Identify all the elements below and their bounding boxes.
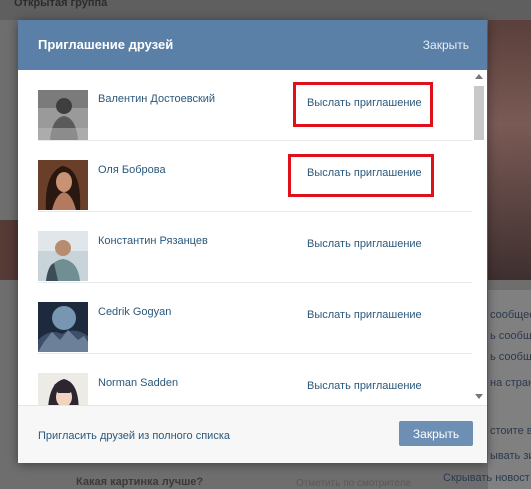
- friends-list: Валентин Достоевский Выслать приглашение…: [18, 70, 487, 405]
- close-button[interactable]: Закрыть: [399, 421, 473, 446]
- background-menu-item: Скрывать новост: [443, 472, 530, 484]
- friend-name[interactable]: Оля Боброва: [98, 164, 166, 176]
- friend-name[interactable]: Norman Sadden: [98, 377, 178, 389]
- avatar[interactable]: [38, 302, 88, 352]
- avatar[interactable]: [38, 373, 88, 405]
- avatar[interactable]: [38, 160, 88, 210]
- dialog-header: Приглашение друзей Закрыть: [18, 20, 487, 70]
- dialog-title: Приглашение друзей: [38, 37, 174, 52]
- background-menu-item: стоите в: [490, 425, 531, 437]
- background-post-title: Какая картинка лучше?: [76, 476, 204, 488]
- friend-row: Валентин Достоевский Выслать приглашение: [38, 70, 472, 141]
- send-invite-link[interactable]: Выслать приглашение: [307, 380, 422, 392]
- background-post-meta: Отметить по смотрителе: [296, 478, 411, 489]
- friend-row: Cedrik Gogyan Выслать приглашение: [38, 283, 472, 354]
- group-type-label: Открытая группа: [14, 0, 108, 9]
- background-menu-item: сообщес: [490, 309, 531, 321]
- background-left-strip: [0, 220, 18, 280]
- dialog-footer: Пригласить друзей из полного списка Закр…: [18, 405, 487, 463]
- send-invite-link[interactable]: Выслать приглашение: [307, 238, 422, 250]
- friend-name[interactable]: Валентин Достоевский: [98, 93, 215, 105]
- avatar[interactable]: [38, 231, 88, 281]
- avatar[interactable]: [38, 90, 88, 140]
- invite-from-full-list-link[interactable]: Пригласить друзей из полного списка: [38, 430, 230, 442]
- background-menu-item: ь сообщ: [490, 330, 531, 342]
- scroll-up-arrow-icon[interactable]: [475, 74, 483, 79]
- scroll-down-arrow-icon[interactable]: [475, 394, 483, 399]
- friend-row: Оля Боброва Выслать приглашение: [38, 141, 472, 212]
- highlight-box: [293, 82, 433, 127]
- background-menu-item: ь сообще: [490, 351, 531, 363]
- invite-friends-dialog: Приглашение друзей Закрыть Валентин Дост…: [18, 20, 487, 463]
- scroll-thumb[interactable]: [474, 86, 484, 140]
- friend-name[interactable]: Cedrik Gogyan: [98, 306, 171, 318]
- background-photo: [488, 20, 531, 280]
- highlight-box: [288, 154, 434, 197]
- friend-row: Константин Рязанцев Выслать приглашение: [38, 212, 472, 283]
- background-menu-item: на страни: [490, 377, 531, 389]
- header-close-link[interactable]: Закрыть: [423, 38, 469, 52]
- friend-name[interactable]: Константин Рязанцев: [98, 235, 208, 247]
- send-invite-link[interactable]: Выслать приглашение: [307, 309, 422, 321]
- friends-list-scrollbar[interactable]: [473, 74, 485, 404]
- background-menu-item: ывать зи: [490, 450, 531, 462]
- friend-row: Norman Sadden Выслать приглашение: [38, 354, 472, 405]
